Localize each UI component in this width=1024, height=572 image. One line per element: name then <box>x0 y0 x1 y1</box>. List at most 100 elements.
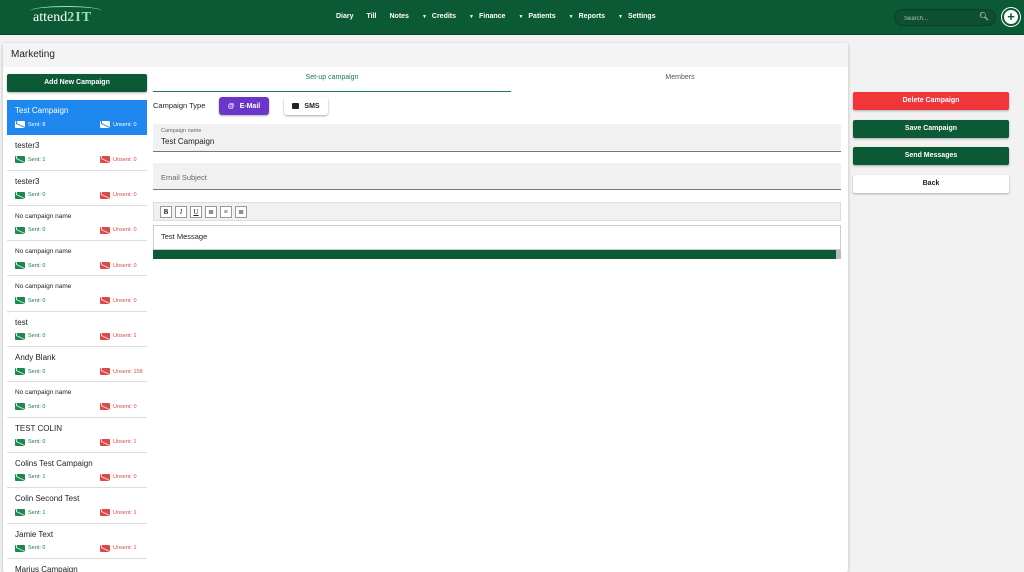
bold-button[interactable]: B <box>160 206 172 218</box>
campaign-name-field[interactable]: Campaign name Test Campaign <box>153 124 841 152</box>
campaign-list-item[interactable]: Jamie Text Sent: 0 Unsent: 1 <box>7 523 147 559</box>
campaign-name: Colin Second Test <box>15 494 80 504</box>
align-center-button[interactable]: ≡ <box>220 206 232 218</box>
tab-setup-campaign[interactable]: Set-up campaign <box>153 72 511 92</box>
logo[interactable]: attend2IT <box>33 10 92 26</box>
marketing-panel: Marketing Add New Campaign Test Campaign… <box>3 43 848 572</box>
logo-accent: 2IT <box>67 10 93 25</box>
envelope-unsent-icon <box>100 438 110 446</box>
nav-label: Notes <box>389 13 409 20</box>
nav-label: Settings <box>627 13 656 20</box>
email-subject-field[interactable]: Email Subject <box>153 163 841 190</box>
message-text[interactable]: Test Message <box>161 232 207 241</box>
campaign-name: No campaign name <box>15 389 72 397</box>
nav-item-till[interactable]: Till <box>367 13 377 20</box>
campaign-name: TEST COLIN <box>15 423 62 433</box>
campaign-name: Colins Test Campaign <box>15 458 93 468</box>
envelope-sent-icon <box>15 473 25 481</box>
sms-type-button[interactable]: SMS <box>284 97 328 115</box>
campaign-name-value[interactable]: Test Campaign <box>161 137 214 146</box>
editor-scroll-bar[interactable] <box>153 250 836 259</box>
campaign-list-item[interactable]: No campaign name Sent: 0 Unsent: 0 <box>7 205 147 242</box>
nav-item-finance[interactable]: ▼ Finance <box>469 13 505 20</box>
italic-button[interactable]: I <box>175 206 187 218</box>
envelope-unsent-icon <box>100 121 110 128</box>
nav-item-patients[interactable]: ▼ Patients <box>518 13 555 20</box>
campaign-list-item[interactable]: Colins Test Campaign Sent: 1 Unsent: 0 <box>7 452 147 489</box>
campaign-list-item[interactable]: Andy Blank Sent: 0 Unsent: 158 <box>7 347 147 383</box>
delete-campaign-button[interactable]: Delete Campaign <box>853 92 1009 110</box>
search-box[interactable]: 🔍︎ <box>894 9 996 26</box>
unsent-count: Unsent: 158 <box>100 368 143 376</box>
unsent-text: Unsent: 0 <box>113 227 137 234</box>
envelope-sent-icon <box>15 121 25 128</box>
campaign-name: Andy Blank <box>15 353 56 363</box>
campaign-name: tester3 <box>15 176 40 186</box>
tab-members[interactable]: Members <box>511 72 849 92</box>
sent-count: Sent: 8 <box>15 121 45 128</box>
page-title: Marketing <box>11 49 55 60</box>
align-right-button[interactable]: ≣ <box>235 206 247 218</box>
sent-count: Sent: 0 <box>15 297 45 305</box>
unsent-text: Unsent: 158 <box>113 368 143 375</box>
sent-count: Sent: 0 <box>15 544 46 552</box>
campaign-list-item[interactable]: Test Campaign Sent: 8 Unsent: 0 <box>7 100 147 136</box>
envelope-unsent-icon <box>100 509 110 517</box>
nav-item-reports[interactable]: ▼ Reports <box>569 13 605 20</box>
campaign-name: test <box>15 317 28 327</box>
unsent-count: Unsent: 0 <box>100 403 137 411</box>
campaign-list-item[interactable]: No campaign name Sent: 0 Unsent: 0 <box>7 382 147 418</box>
envelope-unsent-icon <box>100 262 110 270</box>
sent-count: Sent: 0 <box>15 403 45 411</box>
envelope-sent-icon <box>15 509 25 517</box>
sent-count: Sent: 1 <box>15 473 45 481</box>
email-type-button[interactable]: @ E-Mail <box>219 97 269 115</box>
unsent-count: Unsent: 0 <box>100 297 137 305</box>
nav-item-credits[interactable]: ▼ Credits <box>422 13 456 20</box>
unsent-count: Unsent: 0 <box>100 156 137 164</box>
search-input[interactable] <box>904 13 979 24</box>
campaign-name-label: Campaign name <box>161 128 202 134</box>
sent-count: Sent: 0 <box>15 332 45 340</box>
plus-circle-icon[interactable]: + <box>1002 8 1020 26</box>
envelope-sent-icon <box>15 403 25 411</box>
campaign-name: Marius Campaign <box>15 564 78 572</box>
campaign-list-item[interactable]: test Sent: 0 Unsent: 1 <box>7 311 147 348</box>
nav-item-diary[interactable]: Diary <box>336 13 354 20</box>
nav-label: Patients <box>528 13 556 20</box>
unsent-text: Unsent: 0 <box>113 262 137 269</box>
underline-button[interactable]: U <box>190 206 202 218</box>
message-editor[interactable]: Test Message <box>153 225 841 250</box>
sent-text: Sent: 0 <box>28 227 46 234</box>
align-left-button[interactable]: ≣ <box>205 206 217 218</box>
envelope-unsent-icon <box>100 156 110 164</box>
campaign-list-item[interactable]: TEST COLIN Sent: 0 Unsent: 1 <box>7 417 147 453</box>
sent-count: Sent: 0 <box>15 226 46 234</box>
unsent-text: Unsent: 1 <box>113 439 137 446</box>
sent-text: Sent: 0 <box>28 545 46 552</box>
campaign-list-item[interactable]: tester3 Sent: 0 Unsent: 0 <box>7 170 147 206</box>
campaign-list-item[interactable]: No campaign name Sent: 0 Unsent: 0 <box>7 276 147 312</box>
campaign-name: No campaign name <box>15 283 72 291</box>
sent-text: Sent: 0 <box>28 439 46 446</box>
envelope-unsent-icon <box>100 297 110 305</box>
nav-item-notes[interactable]: Notes <box>390 13 409 20</box>
add-new-campaign-button[interactable]: Add New Campaign <box>7 74 147 92</box>
campaign-list-item[interactable]: No campaign name Sent: 0 Unsent: 0 <box>7 241 147 277</box>
editor-toolbar: B I U ≣ ≡ ≣ <box>153 202 841 221</box>
campaign-list-item[interactable]: tester3 Sent: 1 Unsent: 0 <box>7 135 147 171</box>
editor-resize-handle[interactable] <box>836 250 841 259</box>
sent-count: Sent: 0 <box>15 368 45 376</box>
envelope-unsent-icon <box>100 191 110 199</box>
envelope-unsent-icon <box>100 544 110 552</box>
send-messages-button[interactable]: Send Messages <box>853 147 1009 165</box>
unsent-count: Unsent: 0 <box>100 262 137 270</box>
unsent-text: Unsent: 0 <box>113 156 137 163</box>
save-campaign-button[interactable]: Save Campaign <box>853 120 1009 138</box>
campaign-name: Jamie Text <box>15 529 54 539</box>
nav-item-settings[interactable]: ▼ Settings <box>618 13 656 20</box>
campaign-list-item[interactable]: Colin Second Test Sent: 1 Unsent: 1 <box>7 488 147 524</box>
back-button[interactable]: Back <box>853 175 1009 193</box>
search-icon[interactable]: 🔍︎ <box>979 12 989 21</box>
campaign-list-item[interactable]: Marius Campaign <box>7 558 147 572</box>
